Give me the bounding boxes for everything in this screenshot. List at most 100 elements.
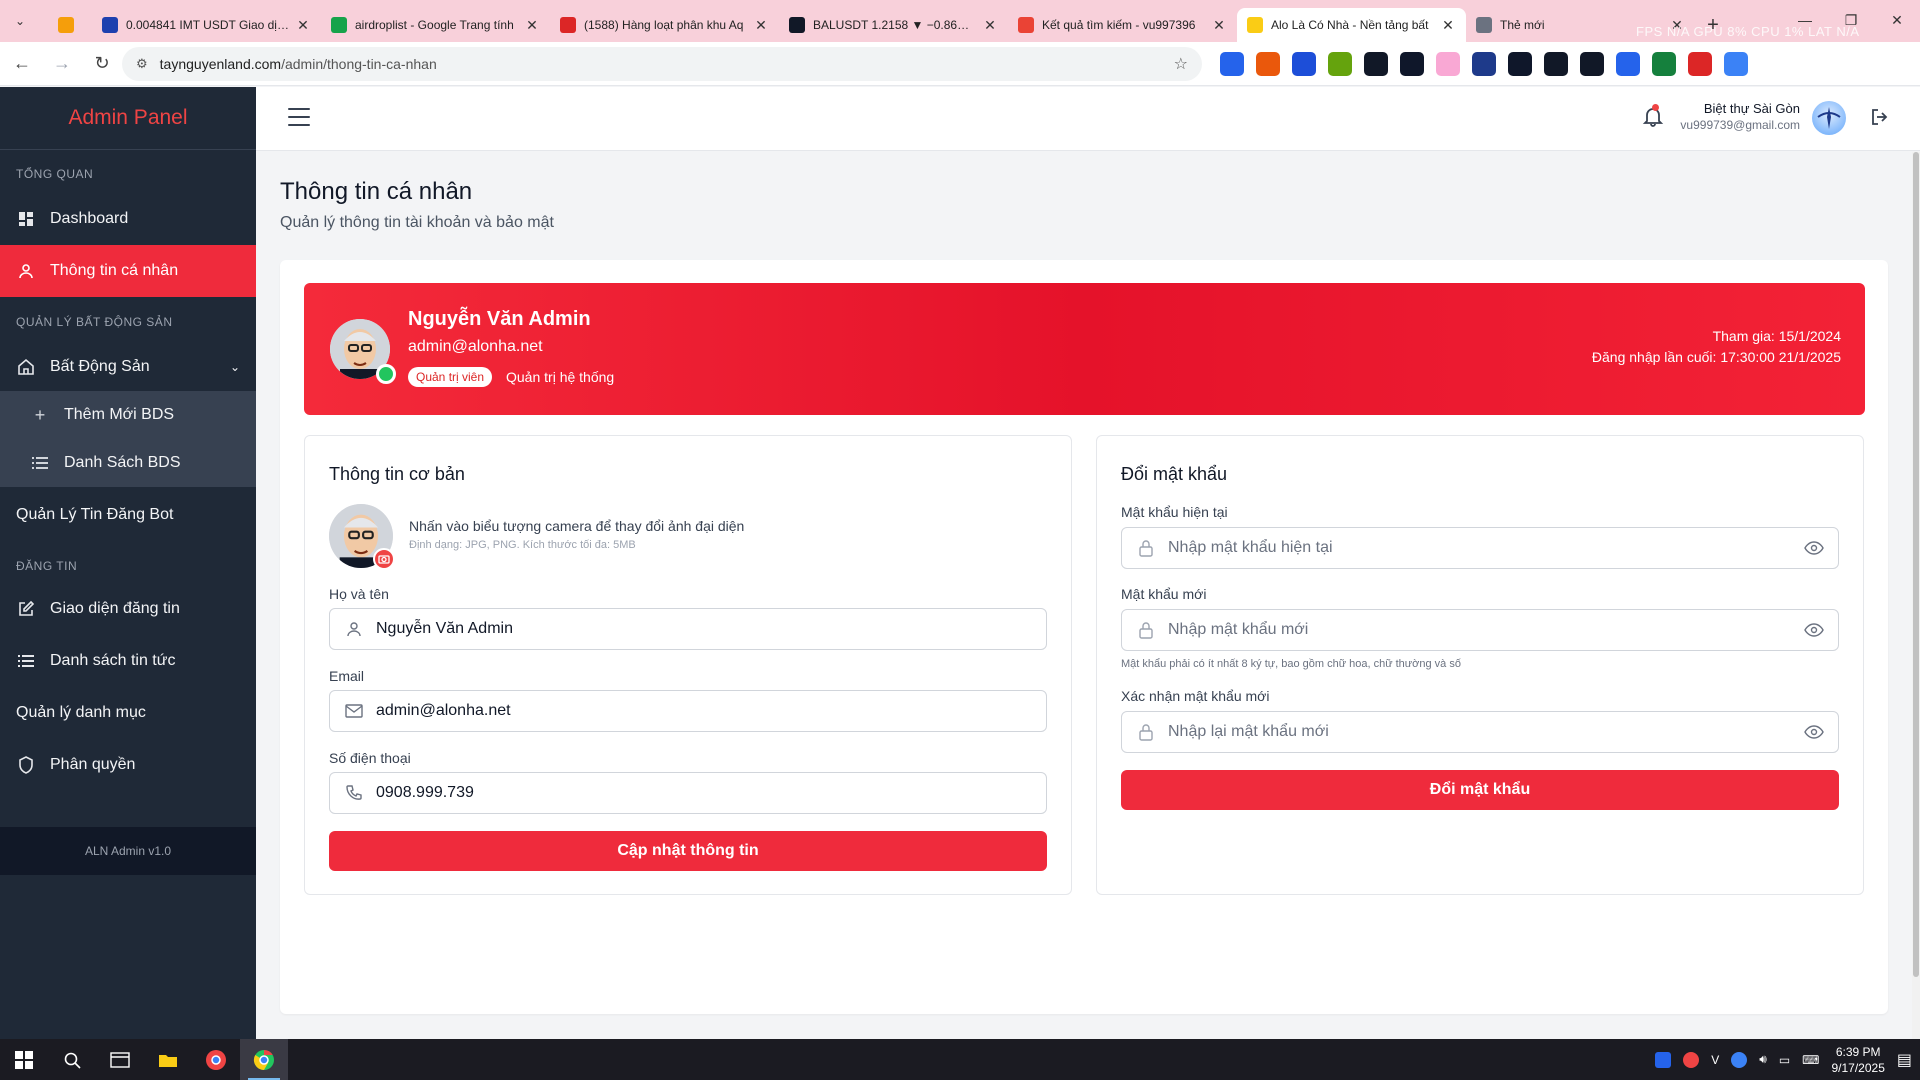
browser-tab[interactable] xyxy=(40,8,92,42)
sidebar: Admin Panel TỔNG QUAN Dashboard Thông ti… xyxy=(0,87,256,1039)
close-window-icon[interactable]: ✕ xyxy=(1874,0,1920,40)
lock-icon xyxy=(1136,723,1156,741)
email-field[interactable]: admin@alonha.net xyxy=(329,690,1047,732)
brand-title[interactable]: Admin Panel xyxy=(0,87,256,150)
new-password-field[interactable]: Nhập mật khẩu mới xyxy=(1121,609,1839,651)
chrome-active-icon[interactable] xyxy=(240,1039,288,1080)
extension-icon[interactable] xyxy=(1688,52,1712,76)
taskbar-clock[interactable]: 6:39 PM 9/17/2025 xyxy=(1831,1044,1884,1076)
address-bar[interactable]: ⚙ taynguyenland.com/admin/thong-tin-ca-n… xyxy=(122,47,1202,81)
tray-app-icon[interactable] xyxy=(1683,1051,1700,1068)
edit-icon xyxy=(16,600,36,618)
tab-close-icon[interactable]: ✕ xyxy=(753,17,769,34)
sidebar-item-label: Dashboard xyxy=(50,210,129,227)
extension-icon[interactable] xyxy=(1400,52,1424,76)
hamburger-menu-icon[interactable] xyxy=(288,108,310,132)
maximize-icon[interactable]: ❐ xyxy=(1828,0,1874,40)
tab-title: Kết quả tìm kiếm - vu997396 xyxy=(1042,18,1196,32)
scrollbar-thumb[interactable] xyxy=(1913,152,1919,977)
notification-center-icon[interactable]: ▤ xyxy=(1897,1050,1912,1070)
logout-icon[interactable] xyxy=(1870,107,1890,132)
tab-title: airdroplist - Google Trang tính xyxy=(355,18,514,32)
main-content: Thông tin cá nhân Quản lý thông tin tài … xyxy=(256,152,1912,1039)
browser-tab[interactable]: Kết quả tìm kiếm - vu997396 ✕ xyxy=(1008,8,1237,42)
name-label: Họ và tên xyxy=(329,586,389,602)
current-password-field[interactable]: Nhập mật khẩu hiện tại xyxy=(1121,527,1839,569)
site-info-icon[interactable]: ⚙ xyxy=(136,56,148,72)
phone-field[interactable]: 0908.999.739 xyxy=(329,772,1047,814)
change-password-button[interactable]: Đổi mật khẩu xyxy=(1121,770,1839,810)
back-icon[interactable]: ← xyxy=(4,46,40,82)
confirm-password-field[interactable]: Nhập lại mật khẩu mới xyxy=(1121,711,1839,753)
sidebar-item-profile[interactable]: Thông tin cá nhân xyxy=(0,245,256,297)
camera-icon[interactable] xyxy=(373,548,395,570)
basic-info-panel: Thông tin cơ bản Nhấn vào biểu tượng cam… xyxy=(304,435,1072,895)
network-icon[interactable]: ▭ xyxy=(1779,1053,1790,1067)
eye-icon[interactable] xyxy=(1804,725,1824,739)
sidebar-item-category[interactable]: Quản lý danh mục xyxy=(0,687,256,739)
sidebar-item-dashboard[interactable]: Dashboard xyxy=(0,193,256,245)
tray-network-icon[interactable] xyxy=(1731,1051,1748,1068)
extension-icon[interactable] xyxy=(1436,52,1460,76)
minimize-icon[interactable]: — xyxy=(1782,0,1828,40)
sidebar-item-permission[interactable]: Phân quyền xyxy=(0,739,256,791)
eye-icon[interactable] xyxy=(1804,541,1824,555)
extension-icon[interactable] xyxy=(1364,52,1388,76)
browser-tab[interactable]: BALUSDT 1.2158 ▼ −0.86% M ✕ xyxy=(779,8,1008,42)
tab-close-icon[interactable]: ✕ xyxy=(295,17,311,34)
extension-icon[interactable] xyxy=(1616,52,1640,76)
extension-icon[interactable] xyxy=(1580,52,1604,76)
extension-icon[interactable] xyxy=(1724,52,1748,76)
extension-icon[interactable] xyxy=(1508,52,1532,76)
name-field[interactable]: Nguyễn Văn Admin xyxy=(329,608,1047,650)
volume-icon[interactable]: 🔊︎ xyxy=(1759,1052,1767,1067)
header-avatar[interactable] xyxy=(1812,101,1846,135)
banner-name: Nguyễn Văn Admin xyxy=(408,308,591,330)
extension-icon[interactable] xyxy=(1328,52,1352,76)
tab-close-icon[interactable]: ✕ xyxy=(524,17,540,34)
sidebar-item-label: Quản Lý Tin Đăng Bot xyxy=(16,506,174,523)
sidebar-item-label: Quản lý danh mục xyxy=(16,704,146,721)
plus-icon: + xyxy=(34,404,46,425)
task-view-icon[interactable] xyxy=(96,1039,144,1080)
extension-icon[interactable] xyxy=(1472,52,1496,76)
eye-icon[interactable] xyxy=(1804,623,1824,637)
chrome-app-icon[interactable] xyxy=(192,1039,240,1080)
sidebar-item-realestate[interactable]: Bất Động Sản ⌄ xyxy=(0,341,256,393)
windows-start-icon[interactable] xyxy=(0,1039,48,1080)
browser-tab[interactable]: (1588) Hàng loạt phân khu Aq ✕ xyxy=(550,8,779,42)
extension-icon[interactable] xyxy=(1544,52,1568,76)
header-user-info[interactable]: Biệt thự Sài Gòn vu999739@gmail.com xyxy=(1676,101,1800,132)
extension-icon[interactable] xyxy=(1652,52,1676,76)
browser-tab[interactable]: airdroplist - Google Trang tính ✕ xyxy=(321,8,550,42)
tab-search-button[interactable]: ⌄ xyxy=(0,0,40,42)
sidebar-item-label: Thông tin cá nhân xyxy=(50,262,179,279)
name-value: Nguyễn Văn Admin xyxy=(376,620,513,637)
tray-zalo-icon[interactable] xyxy=(1655,1051,1672,1068)
sidebar-item-bot-posts[interactable]: Quản Lý Tin Đăng Bot xyxy=(0,489,256,541)
password-hint: Mật khẩu phải có ít nhất 8 ký tự, bao gồ… xyxy=(1121,658,1461,670)
section-overview: TỔNG QUAN xyxy=(16,167,94,181)
tray-vpn-icon[interactable]: V xyxy=(1711,1053,1719,1067)
taskbar-search-icon[interactable] xyxy=(48,1039,96,1080)
browser-tab[interactable]: 0.004841 IMT USDT Giao dịch ✕ xyxy=(92,8,321,42)
extension-icon[interactable] xyxy=(1292,52,1316,76)
sidebar-item-post-ui[interactable]: Giao diện đăng tin xyxy=(0,583,256,635)
forward-icon[interactable]: → xyxy=(44,46,80,82)
profile-card: Nguyễn Văn Admin admin@alonha.net Quản t… xyxy=(280,260,1888,1014)
language-icon[interactable]: ⌨︎ xyxy=(1802,1053,1819,1067)
page-scrollbar[interactable] xyxy=(1912,152,1920,1039)
sidebar-item-news-list[interactable]: Danh sách tin tức xyxy=(0,635,256,687)
sidebar-item-add-bds[interactable]: + Thêm Mới BDS xyxy=(0,391,256,439)
sidebar-item-list-bds[interactable]: Danh Sách BDS xyxy=(0,439,256,487)
extension-icon[interactable] xyxy=(1256,52,1280,76)
tab-close-icon[interactable]: ✕ xyxy=(1211,17,1227,34)
update-info-button[interactable]: Cập nhật thông tin xyxy=(329,831,1047,871)
reload-icon[interactable]: ↻ xyxy=(84,46,120,82)
tab-close-icon[interactable]: ✕ xyxy=(982,17,998,34)
browser-tab[interactable]: Alo Là Có Nhà - Nền tảng bất ✕ xyxy=(1237,8,1466,42)
file-explorer-icon[interactable] xyxy=(144,1039,192,1080)
bookmark-star-icon[interactable]: ☆ xyxy=(1174,54,1188,74)
tab-close-icon[interactable]: ✕ xyxy=(1440,17,1456,34)
extension-icon[interactable] xyxy=(1220,52,1244,76)
